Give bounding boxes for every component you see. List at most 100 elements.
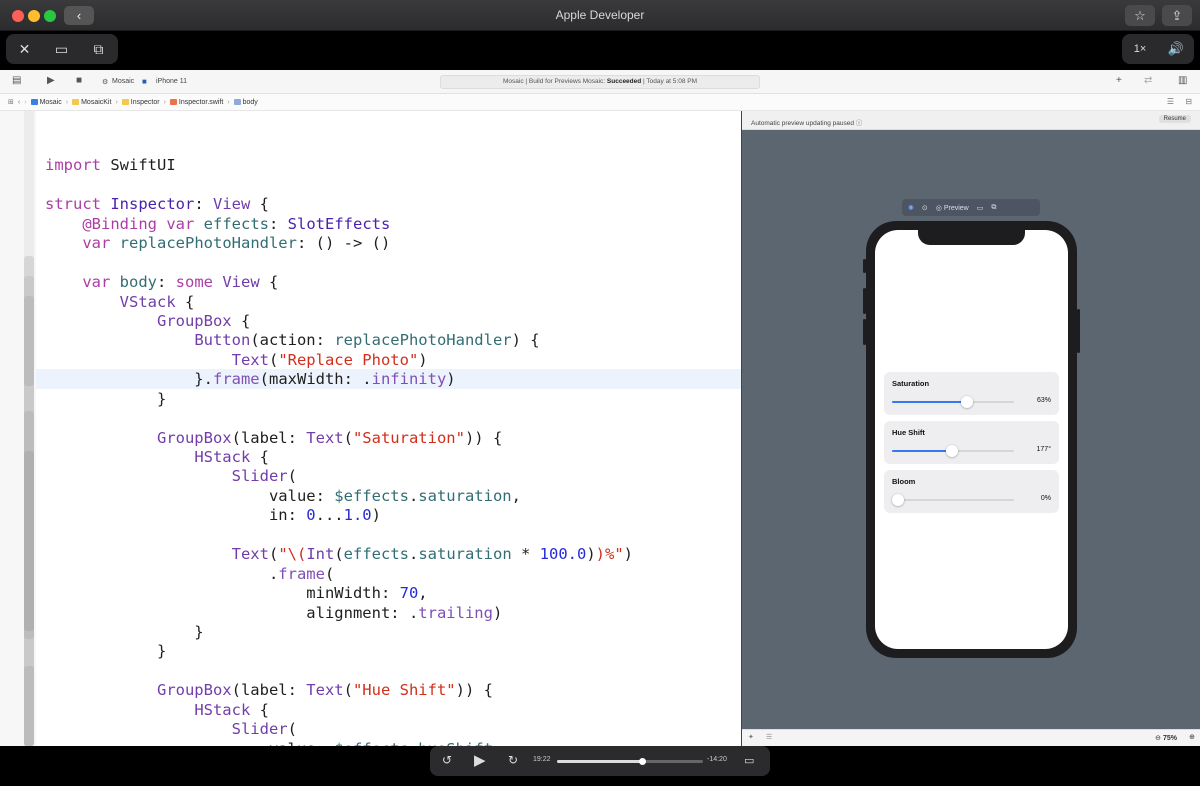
resize-icon[interactable]: ▭: [43, 34, 80, 64]
slider-value: 177°: [1036, 446, 1051, 453]
pin-icon[interactable]: ✦: [748, 733, 754, 741]
status-result: Succeeded: [606, 78, 642, 85]
saturation-slider[interactable]: [892, 396, 1014, 408]
zoom-level: 75%: [1162, 735, 1177, 742]
fold-region[interactable]: [24, 296, 34, 386]
hue-shift-slider[interactable]: [892, 445, 1014, 457]
captions-icon[interactable]: ▭: [744, 754, 754, 767]
separator-icon: ›: [227, 98, 230, 106]
window-titlebar: ‹ Apple Developer ☆ ⇪: [0, 0, 1200, 31]
favorite-button[interactable]: ☆: [1125, 5, 1155, 26]
jump-bar: ⊞ ‹ › Mosaic › MosaicKit › Inspector › I…: [0, 94, 1200, 111]
playback-group: 1× 🔊: [1122, 34, 1194, 64]
status-suffix: | Today at 5:08 PM: [641, 78, 698, 85]
slider-thumb[interactable]: [892, 494, 904, 506]
list-icon[interactable]: ☰: [766, 733, 772, 741]
remaining-time: -14:20: [707, 756, 727, 763]
slider-value: 0%: [1040, 495, 1051, 502]
device-selector[interactable]: iPhone 11: [156, 78, 187, 85]
preview-button-label: Preview: [943, 204, 969, 212]
star-icon: ☆: [1134, 8, 1146, 23]
zoom-control[interactable]: ⊖ 75%: [1155, 734, 1177, 742]
run-icon[interactable]: ▶: [47, 75, 55, 86]
device-icon: ■: [142, 77, 147, 86]
breadcrumb-label: Inspector.swift: [178, 98, 224, 106]
build-status: Mosaic | Build for Previews Mosaic: Succ…: [440, 75, 760, 89]
breadcrumb-symbol[interactable]: body: [233, 99, 258, 106]
picture-in-picture-icon[interactable]: ⧉: [80, 34, 117, 64]
property-icon: [233, 99, 241, 105]
group-label: Bloom: [892, 477, 916, 486]
separator-icon: ›: [163, 98, 166, 106]
slider-thumb[interactable]: [945, 445, 958, 457]
skip-back-15-icon[interactable]: ↺: [442, 753, 452, 767]
iphone-frame: Saturation 63% Hue Shift 177° Bloom 0%: [866, 221, 1077, 658]
breadcrumb-label: Mosaic: [39, 98, 62, 106]
separator-icon: ›: [115, 98, 118, 106]
source-editor[interactable]: import SwiftUI struct Inspector: View { …: [0, 111, 741, 746]
adjust-editor-icon[interactable]: ☰: [1167, 97, 1174, 106]
zoom-in-icon[interactable]: ⊕: [1189, 733, 1195, 741]
bloom-slider[interactable]: [892, 494, 1014, 506]
fold-region[interactable]: [24, 451, 34, 631]
volume-icon[interactable]: 🔊: [1158, 34, 1194, 64]
phone-power-button: [1077, 309, 1080, 353]
preview-paused-message: Automatic preview updating paused ⓘ: [751, 117, 862, 127]
breadcrumb-label: Inspector: [130, 98, 160, 106]
bloom-group: Bloom 0%: [884, 470, 1059, 513]
phone-notch: [918, 230, 1025, 245]
video-control-bar: ✕ ▭ ⧉ 1× 🔊: [0, 31, 1200, 70]
breadcrumb-project[interactable]: Mosaic: [30, 98, 62, 106]
slider-thumb[interactable]: [961, 396, 974, 408]
playback-scrubber[interactable]: [557, 758, 703, 765]
info-icon[interactable]: ⓘ: [856, 120, 863, 127]
breadcrumb-label: MosaicKit: [81, 98, 112, 106]
skip-forward-15-icon[interactable]: ↻: [508, 753, 518, 767]
inspect-icon[interactable]: ⊙: [922, 204, 928, 212]
breadcrumb-file[interactable]: Inspector.swift: [169, 98, 224, 106]
playback-speed-button[interactable]: 1×: [1122, 34, 1158, 64]
slider-fill: [892, 450, 952, 452]
share-icon: ⇪: [1171, 8, 1183, 23]
resume-button[interactable]: Resume: [1158, 115, 1191, 123]
chevron-left-icon[interactable]: ‹: [18, 99, 20, 106]
group-label: Saturation: [892, 379, 930, 388]
share-button[interactable]: ⇪: [1162, 5, 1192, 26]
live-preview-icon[interactable]: ✺: [908, 204, 914, 212]
play-icon[interactable]: ▶: [474, 751, 486, 769]
chevron-right-icon[interactable]: ›: [24, 99, 26, 106]
xcode-window: ▤ ▶ ■ ⚙ Mosaic ■ iPhone 11 Mosaic | Buil…: [0, 70, 1200, 746]
scheme-selector[interactable]: Mosaic: [112, 78, 134, 85]
slider-fill: [892, 401, 969, 403]
eye-icon: ◎: [935, 204, 942, 212]
swift-file-icon: [169, 99, 177, 105]
breadcrumb-folder[interactable]: Inspector: [121, 98, 160, 106]
breadcrumb-group[interactable]: MosaicKit: [72, 99, 111, 106]
scrubber-knob[interactable]: [638, 758, 646, 765]
video-player-controls: ↺ ▶ ↻ 19:22 -14:20 ▭: [430, 746, 770, 776]
stop-icon[interactable]: ■: [76, 75, 82, 86]
hue-shift-group: Hue Shift 177°: [884, 421, 1059, 464]
fold-region[interactable]: [24, 666, 34, 746]
inspector-toggle-icon[interactable]: ▥: [1178, 75, 1187, 86]
close-icon[interactable]: ✕: [6, 34, 43, 64]
status-prefix: Mosaic | Build for Previews Mosaic:: [502, 78, 607, 85]
window-title: Apple Developer: [555, 8, 645, 22]
folder-icon: [121, 99, 129, 105]
xcode-toolbar: ▤ ▶ ■ ⚙ Mosaic ■ iPhone 11 Mosaic | Buil…: [0, 70, 1200, 94]
elapsed-time: 19:22: [533, 756, 551, 763]
zoom-out-icon[interactable]: ⊖: [1155, 735, 1161, 742]
add-editor-icon[interactable]: ⊟: [1185, 97, 1192, 106]
code-text[interactable]: import SwiftUI struct Inspector: View { …: [45, 137, 633, 746]
swap-icon[interactable]: ⇄: [1144, 75, 1152, 86]
navigator-toggle-icon[interactable]: ▤: [12, 75, 21, 86]
preview-status-bar: Automatic preview updating paused ⓘ Resu…: [742, 111, 1200, 130]
preview-button[interactable]: ◎ Preview: [936, 204, 969, 212]
grid-icon[interactable]: ⊞: [8, 98, 14, 106]
preview-message-text: Automatic preview updating paused: [751, 120, 854, 127]
folder-icon: [72, 99, 80, 105]
preview-toolbar: ✺ ⊙ ◎ Preview ▭ ⧉: [902, 199, 1040, 216]
duplicate-preview-icon[interactable]: ⧉: [991, 204, 996, 212]
add-icon[interactable]: +: [1116, 75, 1122, 86]
device-settings-icon[interactable]: ▭: [977, 204, 984, 212]
